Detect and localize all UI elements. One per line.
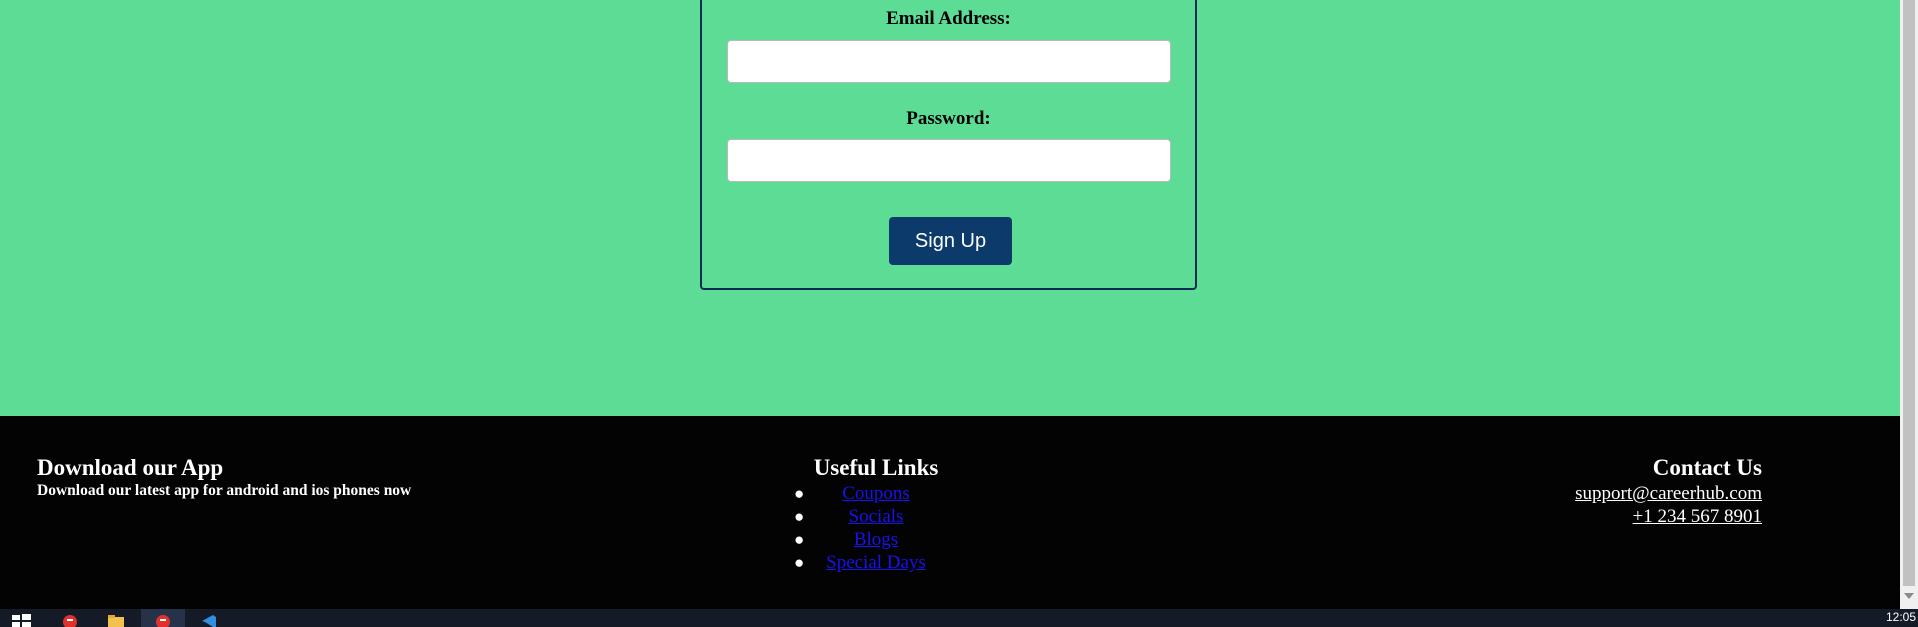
contact-phone-link[interactable]: +1 234 567 8901: [1575, 505, 1762, 528]
main-content: Email Address: Password: Sign Up: [0, 0, 1900, 416]
link-special-days[interactable]: Special Days: [826, 552, 926, 573]
footer-links-section: Useful Links ● Coupons ● Socials ● Blogs ● S…: [780, 454, 972, 574]
email-field[interactable]: [727, 40, 1171, 83]
sign-up-button[interactable]: Sign Up: [889, 217, 1012, 265]
link-coupons[interactable]: Coupons: [842, 483, 910, 504]
footer-contact-section: Contact Us support@careerhub.com +1 234 …: [1575, 454, 1762, 528]
list-item: ● Socials: [780, 505, 972, 528]
bullet-icon: ●: [794, 507, 805, 526]
browser-viewport: Email Address: Password: Sign Up Downloa…: [0, 0, 1918, 627]
footer-app-section: Download our App Download our latest app…: [37, 454, 411, 500]
windows-taskbar: 12:05: [0, 609, 1918, 627]
link-blogs[interactable]: Blogs: [854, 529, 898, 550]
app-icon-active[interactable]: [153, 613, 173, 627]
windows-start-icon[interactable]: [12, 613, 32, 627]
scroll-down-arrow-icon[interactable]: [1904, 593, 1914, 599]
password-label: Password:: [906, 108, 991, 129]
bullet-icon: ●: [794, 553, 805, 572]
email-label: Email Address:: [886, 8, 1011, 29]
list-item: ● Special Days: [780, 551, 972, 574]
app-subtitle: Download our latest app for android and …: [37, 482, 412, 499]
contact-title: Contact Us: [1652, 455, 1762, 480]
taskbar-clock[interactable]: 12:05: [1886, 610, 1916, 624]
bullet-icon: ●: [794, 484, 805, 503]
vscode-icon[interactable]: [199, 613, 219, 627]
scrollbar-thumb[interactable]: [1903, 0, 1915, 586]
link-socials[interactable]: Socials: [849, 506, 904, 527]
app-icon[interactable]: [60, 613, 80, 627]
contact-email-link[interactable]: support@careerhub.com: [1575, 482, 1762, 505]
file-explorer-icon[interactable]: [106, 613, 126, 627]
list-item: ● Blogs: [780, 528, 972, 551]
vertical-scrollbar[interactable]: [1900, 0, 1918, 609]
bullet-icon: ●: [794, 530, 805, 549]
links-list: ● Coupons ● Socials ● Blogs ● Special Days: [780, 482, 972, 574]
list-item: ● Coupons: [780, 482, 972, 505]
app-title: Download our App: [37, 455, 224, 480]
footer: Download our App Download our latest app…: [0, 416, 1900, 609]
signup-form: Email Address: Password: Sign Up: [700, 0, 1197, 290]
password-field[interactable]: [727, 139, 1171, 182]
links-title: Useful Links: [813, 455, 939, 480]
